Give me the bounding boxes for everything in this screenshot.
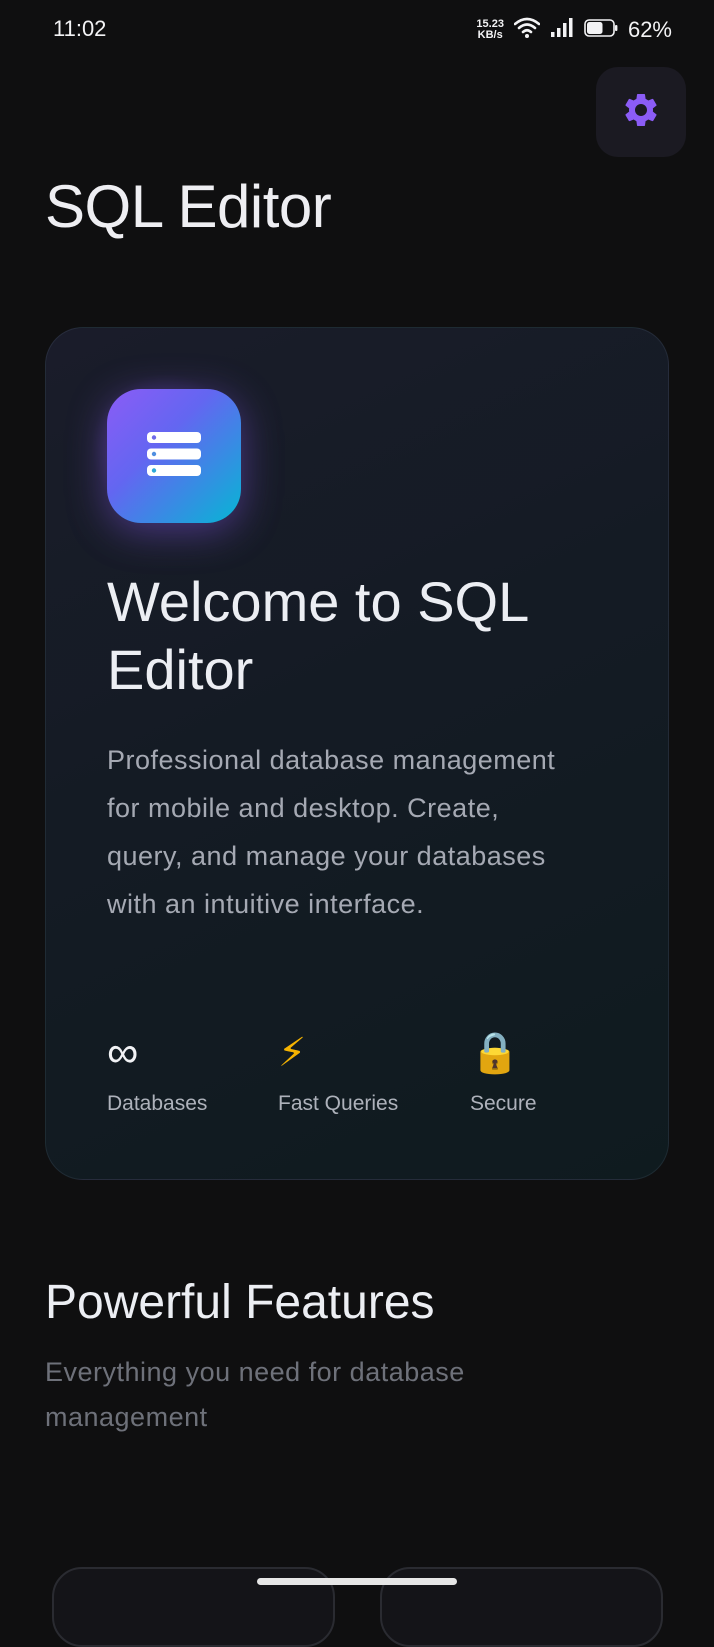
gear-icon bbox=[621, 90, 661, 135]
features-title: Powerful Features bbox=[45, 1276, 435, 1329]
wifi-icon bbox=[513, 17, 541, 44]
stat-databases: ∞ Databases bbox=[107, 1028, 207, 1116]
welcome-description: Professional database management for mob… bbox=[107, 745, 556, 919]
welcome-title: Welcome to SQL Editor bbox=[107, 570, 528, 701]
stat-label-secure: Secure bbox=[470, 1092, 537, 1115]
battery-percent: 62% bbox=[627, 17, 672, 42]
page-title: SQL Editor bbox=[45, 173, 332, 240]
infinity-icon: ∞ bbox=[107, 1028, 139, 1077]
app-logo bbox=[107, 389, 241, 523]
status-bar: 11:02 15.23 KB/s 62% bbox=[0, 0, 714, 60]
signal-icon bbox=[550, 17, 574, 44]
stats-row: ∞ Databases ⚡ Fast Queries 🔒 Secure bbox=[107, 1028, 627, 1128]
battery-icon bbox=[584, 18, 618, 43]
network-speed: 15.23 KB/s bbox=[476, 19, 504, 41]
settings-button[interactable] bbox=[596, 67, 686, 157]
stat-label-databases: Databases bbox=[107, 1092, 208, 1115]
network-speed-unit: KB/s bbox=[477, 29, 503, 41]
stat-fast-queries: ⚡ Fast Queries bbox=[278, 1028, 398, 1116]
features-subtitle: Everything you need for database managem… bbox=[45, 1357, 465, 1432]
lock-icon: 🔒 bbox=[470, 1031, 520, 1075]
lightning-icon: ⚡ bbox=[278, 1031, 307, 1075]
home-indicator[interactable] bbox=[257, 1578, 457, 1585]
welcome-card: Welcome to SQL Editor Professional datab… bbox=[45, 327, 669, 1180]
stat-label-fast-queries: Fast Queries bbox=[278, 1092, 399, 1115]
database-server-icon bbox=[145, 430, 203, 483]
status-time: 11:02 bbox=[53, 16, 107, 41]
status-icons: 15.23 KB/s 62% bbox=[476, 14, 672, 46]
stat-secure: 🔒 Secure bbox=[470, 1028, 537, 1116]
